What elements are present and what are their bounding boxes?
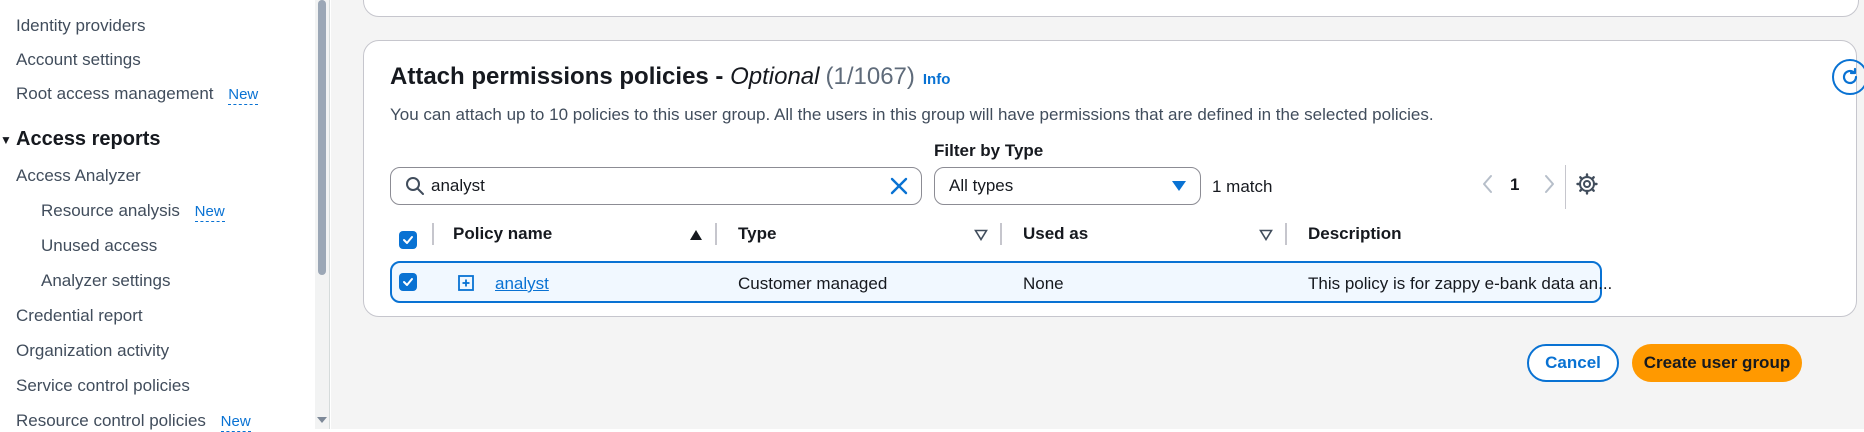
policy-name-link[interactable]: analyst: [495, 274, 549, 294]
panel-title-text: Attach permissions policies -: [390, 63, 731, 90]
sidebar-item-label: Unused access: [41, 236, 158, 255]
sidebar-item-label: Organization activity: [16, 341, 170, 360]
expand-plus-icon[interactable]: [458, 275, 474, 291]
selection-count: (1/1067): [825, 63, 915, 90]
match-count: 1 match: [1212, 177, 1273, 196]
sidebar-scrollbar[interactable]: [315, 0, 329, 429]
next-page-icon[interactable]: [1542, 173, 1556, 195]
sidebar-item-unused-access[interactable]: Unused access: [41, 236, 157, 256]
sidebar-item-label: Access Analyzer: [16, 166, 141, 185]
sidebar-item-label: Credential report: [16, 306, 143, 325]
current-page[interactable]: 1: [1510, 175, 1519, 195]
sidebar-section-access-reports[interactable]: ▼ Access reports: [0, 128, 161, 151]
column-header-label: Used as: [1023, 224, 1089, 243]
column-header-label: Type: [738, 224, 777, 243]
clear-search-icon[interactable]: [889, 176, 909, 196]
sidebar-item-label: Identity providers: [16, 16, 146, 35]
sidebar-item-root-access-management[interactable]: Root access management New: [16, 84, 259, 105]
info-link[interactable]: Info: [923, 71, 951, 88]
sidebar-item-service-control-policies[interactable]: Service control policies: [16, 376, 190, 396]
sidebar-item-label: Resource analysis: [41, 201, 180, 220]
new-badge[interactable]: New: [194, 203, 225, 222]
search-icon: [406, 177, 424, 195]
filter-type-value: All types: [949, 176, 1014, 195]
sort-icon[interactable]: [974, 229, 988, 241]
column-divider: [1285, 223, 1287, 245]
create-user-group-button[interactable]: Create user group: [1632, 344, 1802, 382]
optional-label: Optional: [730, 63, 820, 90]
policy-description: This policy is for zappy e-bank data an.…: [1308, 274, 1613, 293]
policy-type: Customer managed: [738, 274, 888, 293]
column-header-type[interactable]: Type: [738, 219, 998, 251]
sidebar-item-resource-control-policies[interactable]: Resource control policies New: [16, 411, 251, 432]
gear-icon[interactable]: [1576, 173, 1598, 195]
sidebar-section-label: Access reports: [16, 128, 161, 150]
caret-down-icon: [1172, 181, 1186, 191]
filter-by-type-label: Filter by Type: [934, 141, 1044, 160]
sidebar-item-label: Service control policies: [16, 376, 190, 395]
column-divider: [432, 223, 434, 245]
refresh-icon: [1842, 67, 1858, 85]
permissions-policies-panel: Attach permissions policies - Optional (1…: [363, 40, 1864, 317]
refresh-button[interactable]: [1832, 59, 1864, 95]
sidebar-item-label: Root access management: [16, 84, 214, 103]
row-checkbox[interactable]: [399, 273, 417, 291]
panel-description: You can attach up to 10 policies to this…: [390, 105, 1434, 124]
caret-down-icon: ▼: [0, 132, 12, 147]
checkmark-icon: [403, 236, 413, 244]
select-all-checkbox[interactable]: [399, 231, 417, 249]
column-header-description[interactable]: Description: [1308, 219, 1588, 251]
column-header-policy-name[interactable]: Policy name: [453, 219, 713, 251]
table-row[interactable]: analyst Customer managed None This polic…: [390, 261, 1612, 303]
column-header-used-as[interactable]: Used as: [1023, 219, 1283, 251]
policy-used-as: None: [1023, 274, 1064, 293]
policy-search-input[interactable]: analyst: [390, 167, 922, 205]
sidebar-item-resource-analysis[interactable]: Resource analysis New: [41, 201, 225, 222]
sidebar-item-label: Analyzer settings: [41, 271, 171, 290]
column-divider: [715, 223, 717, 245]
new-badge[interactable]: New: [228, 86, 259, 105]
scroll-down-arrow-icon[interactable]: [317, 417, 327, 423]
sidebar-item-identity-providers[interactable]: Identity providers: [16, 16, 145, 36]
search-input-value[interactable]: analyst: [431, 176, 485, 196]
main-content: Attach permissions policies - Optional (1…: [331, 0, 1864, 429]
filter-type-select[interactable]: All types: [934, 167, 1201, 205]
sidebar-item-label: Account settings: [16, 50, 141, 69]
sidebar-item-account-settings[interactable]: Account settings: [16, 50, 141, 70]
sidebar-item-organization-activity[interactable]: Organization activity: [16, 341, 169, 361]
sidebar-nav: Identity providers Account settings Root…: [0, 0, 330, 432]
pager-divider: [1565, 165, 1566, 209]
sidebar-item-access-analyzer[interactable]: Access Analyzer: [16, 166, 141, 186]
scrollbar-thumb[interactable]: [318, 0, 326, 275]
sidebar-item-analyzer-settings[interactable]: Analyzer settings: [41, 271, 170, 291]
new-badge[interactable]: New: [220, 413, 251, 432]
sort-ascending-icon[interactable]: [689, 229, 703, 241]
column-divider: [1000, 223, 1002, 245]
column-header-label: Description: [1308, 224, 1402, 243]
previous-page-icon[interactable]: [1481, 173, 1495, 195]
previous-section-card: [363, 0, 1859, 17]
cancel-button[interactable]: Cancel: [1527, 344, 1619, 382]
checkmark-icon: [403, 278, 413, 286]
sidebar-item-credential-report[interactable]: Credential report: [16, 306, 143, 326]
column-header-label: Policy name: [453, 224, 553, 243]
sort-icon[interactable]: [1259, 229, 1273, 241]
panel-title: Attach permissions policies - Optional (1…: [390, 63, 950, 91]
sidebar-item-label: Resource control policies: [16, 411, 206, 430]
